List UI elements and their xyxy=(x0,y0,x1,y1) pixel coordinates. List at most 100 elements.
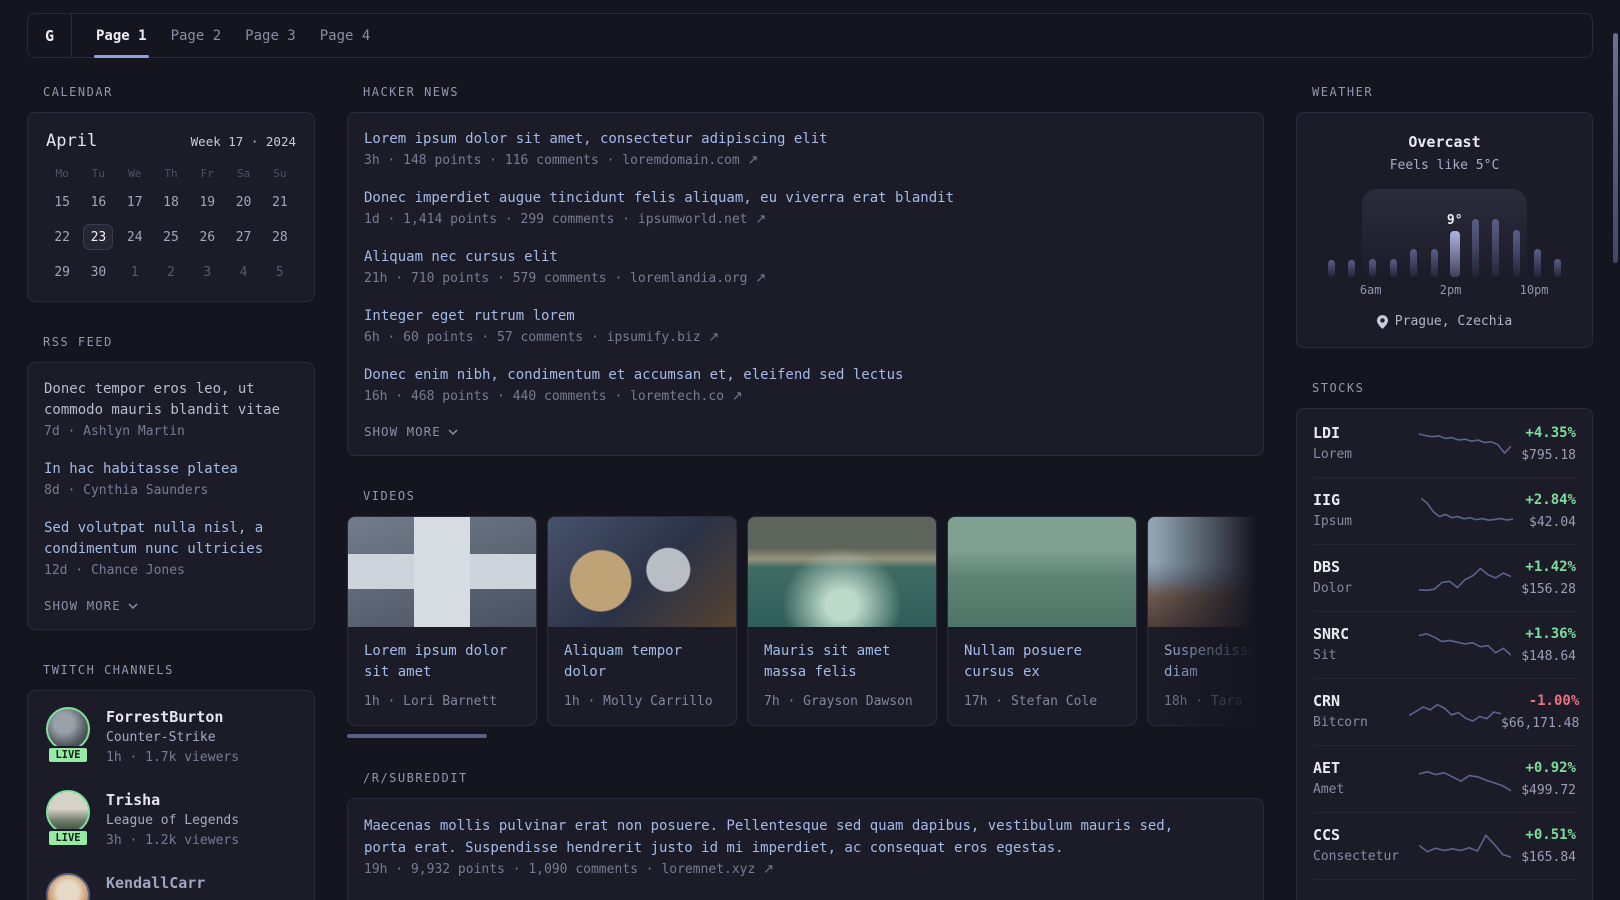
calendar-head: April Week 17 · 2024 xyxy=(44,129,298,151)
weather-bar xyxy=(1554,259,1562,277)
calendar-day: 4 xyxy=(239,264,248,280)
rss-section: RSS FEED Donec tempor eros leo, ut commo… xyxy=(27,335,315,630)
rss-item-title[interactable]: Donec tempor eros leo, ut commodo mauris… xyxy=(44,379,298,421)
twitch-channel-name[interactable]: Trisha xyxy=(106,790,239,810)
twitch-channel-info: Trisha League of Legends 3h · 1.2k viewe… xyxy=(106,790,239,851)
stock-row[interactable]: AHS +0.46% xyxy=(1313,879,1576,900)
subreddit-post-meta: 19h · 9,932 points · 1,090 comments · lo… xyxy=(364,859,1247,881)
hn-item-title[interactable]: Donec enim nibh, condimentum et accumsan… xyxy=(364,365,1247,386)
rss-item: Sed volutpat nulla nisl, a condimentum n… xyxy=(44,518,298,581)
stock-row[interactable]: CRN Bitcorn -1.00% $66,171.48 xyxy=(1313,678,1579,745)
stock-row[interactable]: IIG Ipsum +2.84% $42.04 xyxy=(1313,477,1576,544)
external-link-icon[interactable]: ↗ xyxy=(708,330,719,345)
weather-bar xyxy=(1410,249,1418,277)
stock-name: Sit xyxy=(1313,648,1337,663)
rss-item-meta: 8d · Cynthia Saunders xyxy=(44,483,209,498)
calendar-weekday: Tu xyxy=(91,167,106,180)
stock-change: +0.51% xyxy=(1525,826,1576,843)
hackernews-section: HACKER NEWS Lorem ipsum dolor sit amet, … xyxy=(347,85,1264,456)
page-tab-label: Page 4 xyxy=(319,27,371,44)
weather-bar-column xyxy=(1486,189,1507,277)
video-card[interactable]: Mauris sit amet massa felis 7h · Grayson… xyxy=(747,516,937,726)
video-card[interactable]: Suspendisse diam 18h · Tara xyxy=(1147,516,1264,726)
calendar-day: 2 xyxy=(167,264,175,280)
app-logo[interactable]: G xyxy=(28,14,72,57)
twitch-channel-name[interactable]: KendallCarr xyxy=(106,873,205,893)
hn-item-title[interactable]: Integer eget rutrum lorem xyxy=(364,306,1247,327)
weather-section: WEATHER Overcast Feels like 5°C 9° 6am 2… xyxy=(1296,85,1593,348)
hn-item-meta-text: 3h · 148 points · 116 comments · loremdo… xyxy=(364,153,740,168)
stock-row[interactable]: AET Amet +0.92% $499.72 xyxy=(1313,745,1576,812)
rss-item-meta: 7d · Ashlyn Martin xyxy=(44,424,185,439)
section-header-calendar: CALENDAR xyxy=(43,85,113,99)
external-link-icon[interactable]: ↗ xyxy=(748,153,759,168)
calendar-day: 16 xyxy=(90,194,107,210)
weather-x-axis: 6am 2pm 10pm xyxy=(1321,283,1568,297)
external-link-icon[interactable]: ↗ xyxy=(755,212,766,227)
twitch-channel-name[interactable]: ForrestBurton xyxy=(106,707,239,727)
rss-card: Donec tempor eros leo, ut commodo mauris… xyxy=(27,362,315,630)
video-title[interactable]: Nullam posuere cursus ex xyxy=(964,641,1120,683)
page-scrollbar-thumb[interactable] xyxy=(1613,33,1618,263)
hn-show-more-button[interactable]: SHOW MORE xyxy=(364,424,1247,439)
videos-section: VIDEOS Lorem ipsum dolor sit amet consec… xyxy=(347,489,1265,738)
rss-show-more-button[interactable]: SHOW MORE xyxy=(44,598,298,613)
twitch-channel-row[interactable]: LIVE ForrestBurton Counter-Strike 1h · 1… xyxy=(44,707,298,768)
twitch-channel-row[interactable]: KendallCarr xyxy=(44,873,298,900)
video-card[interactable]: Nullam posuere cursus ex 17h · Stefan Co… xyxy=(947,516,1137,726)
hn-item-title[interactable]: Lorem ipsum dolor sit amet, consectetur … xyxy=(364,129,1247,150)
page-tab[interactable]: Page 1 xyxy=(94,14,149,58)
hn-item-title[interactable]: Aliquam nec cursus elit xyxy=(364,247,1247,268)
twitch-channel-meta: 1h · 1.7k viewers xyxy=(106,750,240,765)
video-title[interactable]: Lorem ipsum dolor sit amet consectetu… xyxy=(364,641,520,683)
stock-row[interactable]: DBS Dolor +1.42% $156.28 xyxy=(1313,544,1576,611)
hn-item-meta: 16h · 468 points · 440 comments · loremt… xyxy=(364,386,1247,407)
weather-location: Prague, Czechia xyxy=(1313,314,1576,329)
stock-change: -1.00% xyxy=(1528,692,1580,709)
rss-item-title[interactable]: In hac habitasse platea xyxy=(44,459,298,480)
page-tab-label: Page 2 xyxy=(170,27,222,44)
subreddit-post: Maecenas mollis pulvinar erat non posuer… xyxy=(364,815,1247,881)
video-card[interactable]: Aliquam tempor dolor nec pharetra… 1h · … xyxy=(547,516,737,726)
subreddit-post-title[interactable]: Maecenas mollis pulvinar erat non posuer… xyxy=(364,815,1247,859)
stock-name: Lorem xyxy=(1313,447,1353,462)
stock-row[interactable]: SNRC Sit +1.36% $148.64 xyxy=(1313,611,1576,678)
video-title[interactable]: Suspendisse diam xyxy=(1164,641,1264,683)
calendar-weekday: Sa xyxy=(236,167,251,180)
twitch-channel-row[interactable]: LIVE Trisha League of Legends 3h · 1.2k … xyxy=(44,790,298,851)
page-tab[interactable]: Page 4 xyxy=(320,14,371,57)
video-title[interactable]: Aliquam tempor dolor nec pharetra… xyxy=(564,641,720,683)
video-card-body: Lorem ipsum dolor sit amet consectetu… 1… xyxy=(348,627,536,725)
stock-identity: IIG Ipsum xyxy=(1313,490,1409,532)
weather-x-label xyxy=(1549,283,1568,297)
video-card-body: Mauris sit amet massa felis 7h · Grayson… xyxy=(748,627,936,725)
external-link-icon[interactable]: ↗ xyxy=(755,271,766,286)
twitch-section: TWITCH CHANNELS LIVE ForrestBurton Count… xyxy=(27,663,315,900)
video-title[interactable]: Mauris sit amet massa felis xyxy=(764,641,920,683)
external-link-icon[interactable]: ↗ xyxy=(732,389,743,404)
carousel-scrollbar-thumb[interactable] xyxy=(347,734,487,738)
hn-item-meta: 21h · 710 points · 579 comments · loreml… xyxy=(364,268,1247,289)
section-header-hackernews: HACKER NEWS xyxy=(363,85,459,99)
weather-x-label xyxy=(1461,283,1480,297)
avatar xyxy=(46,873,90,900)
calendar-day: 22 xyxy=(54,229,70,245)
rss-item-title[interactable]: Sed volutpat nulla nisl, a condimentum n… xyxy=(44,518,298,560)
stock-change: +4.35% xyxy=(1525,424,1576,441)
page-tab[interactable]: Page 3 xyxy=(245,14,296,57)
stock-values: +0.92% $499.72 xyxy=(1521,759,1576,800)
hn-item-title[interactable]: Donec imperdiet augue tincidunt felis al… xyxy=(364,188,1247,209)
stock-price: $795.18 xyxy=(1521,447,1576,463)
weather-x-label xyxy=(1401,283,1420,297)
stock-symbol: SNRC xyxy=(1313,625,1350,643)
page-tab[interactable]: Page 2 xyxy=(171,14,222,57)
stock-symbol: IIG xyxy=(1313,491,1341,509)
calendar-card: April Week 17 · 2024 Mo Tu We Th Fr Sa S… xyxy=(27,112,315,302)
external-link-icon[interactable]: ↗ xyxy=(763,862,774,877)
stock-name: Ipsum xyxy=(1313,514,1353,529)
video-card[interactable]: Lorem ipsum dolor sit amet consectetu… 1… xyxy=(347,516,537,726)
stock-row[interactable]: LDI Lorem +4.35% $795.18 xyxy=(1313,411,1576,477)
stock-row[interactable]: CCS Consectetur +0.51% $165.84 xyxy=(1313,812,1576,879)
hn-item-meta-text: 16h · 468 points · 440 comments · loremt… xyxy=(364,389,725,404)
hn-item-meta: 1d · 1,414 points · 299 comments · ipsum… xyxy=(364,209,1247,230)
